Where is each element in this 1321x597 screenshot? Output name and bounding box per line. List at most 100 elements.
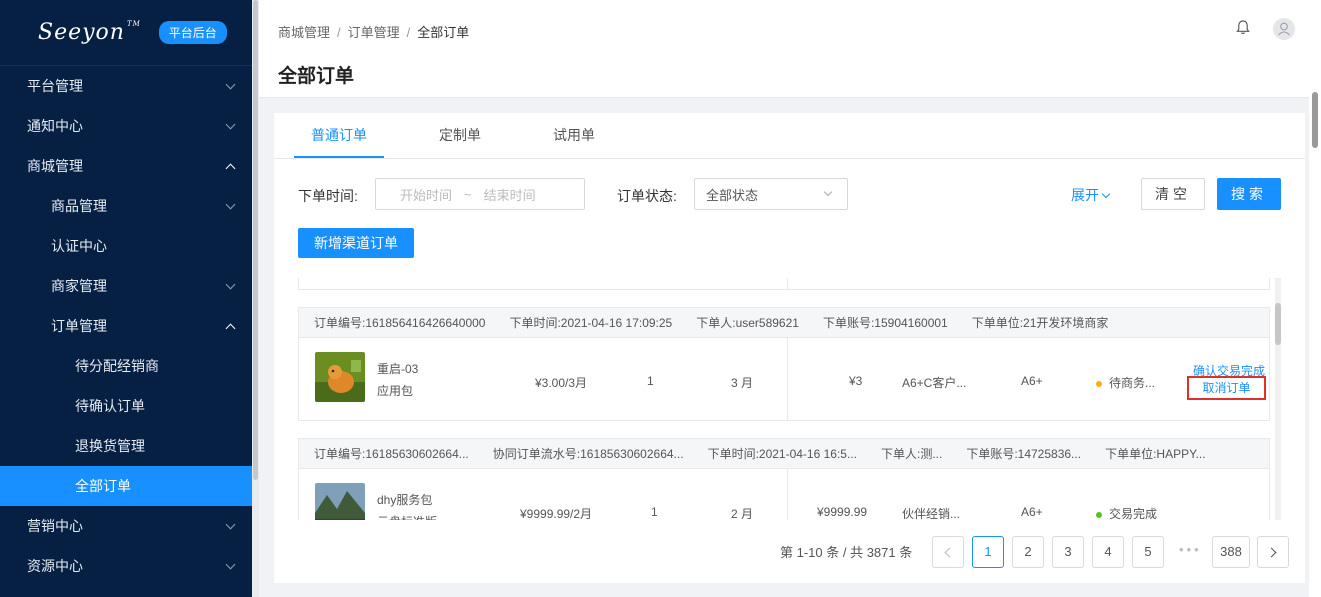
bell-icon[interactable]	[1236, 20, 1250, 35]
menu-label: 退换货管理	[75, 438, 145, 454]
page-1[interactable]: 1	[972, 536, 1004, 568]
menu-all-orders[interactable]: 全部订单	[0, 466, 252, 506]
end-date-placeholder[interactable]: 结束时间	[484, 185, 536, 204]
expand-filters-link[interactable]: 展开	[1071, 185, 1111, 205]
main-scrollbar[interactable]	[1309, 0, 1321, 597]
quantity: 1	[651, 505, 658, 519]
product-type: 应用包	[377, 384, 414, 398]
clear-button[interactable]: 清空	[1141, 178, 1205, 210]
page-last[interactable]: 388	[1212, 536, 1250, 568]
order-account: 下单账号:15904160001	[822, 316, 948, 330]
order-card: 订单编号:161856416426640000 下单时间:2021-04-16 …	[298, 307, 1270, 421]
chevron-down-icon	[225, 119, 236, 129]
tab-custom-orders[interactable]: 定制单	[422, 113, 498, 158]
page-title: 全部订单	[278, 66, 355, 87]
menu-pending-distributor[interactable]: 待分配经销商	[0, 346, 252, 386]
product-name: dhy服务包	[377, 493, 433, 507]
status-text: 待商务...	[1109, 376, 1156, 390]
total-amount: ¥9999.99	[817, 505, 868, 519]
sidebar-scrollbar[interactable]	[252, 0, 259, 597]
breadcrumb-mall[interactable]: 商城管理	[278, 25, 330, 40]
order-user: 下单人:user589621	[696, 316, 799, 330]
menu-resource-center[interactable]: 资源中心	[0, 546, 252, 586]
chevron-down-icon	[225, 519, 236, 529]
edition: A6+	[1021, 505, 1043, 519]
menu-merchant-management[interactable]: 商家管理	[0, 266, 252, 306]
page-3[interactable]: 3	[1052, 536, 1084, 568]
pagination-ellipsis[interactable]: •••	[1179, 542, 1202, 557]
sidebar-scroll-thumb[interactable]	[253, 0, 258, 480]
breadcrumb-current: 全部订单	[417, 25, 470, 40]
order-time-label: 下单时间:	[298, 188, 358, 204]
previous-order-fragment	[298, 278, 1270, 290]
chevron-up-icon	[225, 323, 236, 333]
chevron-down-icon	[225, 199, 236, 209]
page-5[interactable]: 5	[1132, 536, 1164, 568]
unit-price: ¥3.00/3月	[535, 376, 588, 390]
avatar[interactable]	[1273, 18, 1295, 40]
status-dot	[1096, 511, 1102, 518]
order-unit: 下单单位:HAPPY...	[1105, 447, 1206, 461]
order-unit: 下单单位:21开发环境商家	[971, 316, 1109, 330]
menu-label: 订单管理	[51, 318, 107, 334]
cancel-order-link[interactable]: 取消订单	[1187, 376, 1266, 400]
logo-tm: TM	[126, 20, 141, 28]
order-body: dhy服务包 云盘标准版 ¥9999.99/2月 1 2 月 ¥9999.99 …	[299, 469, 1269, 520]
product-thumbnail	[315, 483, 365, 520]
page-2[interactable]: 2	[1012, 536, 1044, 568]
chevron-down-icon	[225, 79, 236, 89]
order-list-scroll-thumb[interactable]	[1275, 303, 1281, 345]
divider	[787, 469, 788, 520]
chevron-left-icon	[944, 547, 955, 558]
order-status-label: 订单状态:	[617, 188, 677, 204]
date-range-picker[interactable]: 开始时间 ~ 结束时间	[375, 178, 585, 210]
status-select-value: 全部状态	[706, 187, 759, 203]
platform-badge: 平台后台	[158, 21, 227, 44]
search-button[interactable]: 搜索	[1217, 178, 1281, 210]
menu-pending-confirm[interactable]: 待确认订单	[0, 386, 252, 426]
next-page-button[interactable]	[1257, 536, 1289, 568]
order-header: 订单编号:161856416426640000 下单时间:2021-04-16 …	[299, 308, 1269, 338]
period: 3 月	[731, 376, 754, 390]
tab-trial-orders[interactable]: 试用单	[536, 113, 612, 158]
add-channel-order-button[interactable]: 新增渠道订单	[298, 228, 414, 258]
divider	[787, 338, 788, 420]
divider	[787, 278, 788, 290]
range-separator: ~	[464, 186, 472, 202]
order-list-scrollbar[interactable]	[1275, 278, 1281, 520]
chevron-down-icon	[823, 187, 833, 197]
menu-marketing-center[interactable]: 营销中心	[0, 506, 252, 546]
menu-label: 商品管理	[51, 198, 107, 214]
logo: Seeyon TM	[38, 20, 141, 45]
menu-notification-center[interactable]: 通知中心	[0, 106, 252, 146]
sidebar: Seeyon TM 平台后台 平台管理 通知中心 商城管理 商品管理 认证中心 商…	[0, 0, 252, 597]
start-date-placeholder[interactable]: 开始时间	[400, 185, 452, 204]
menu-label: 商家管理	[51, 278, 107, 294]
status-dot	[1096, 380, 1102, 387]
menu-label: 商城管理	[27, 158, 83, 174]
menu-label: 通知中心	[27, 118, 83, 134]
main-scroll-thumb[interactable]	[1312, 92, 1318, 148]
page-4[interactable]: 4	[1092, 536, 1124, 568]
menu-label: 营销中心	[27, 518, 83, 534]
breadcrumb-orders[interactable]: 订单管理	[348, 25, 400, 40]
order-status-select[interactable]: 全部状态	[694, 178, 848, 210]
product-type: 云盘标准版	[377, 513, 437, 520]
chevron-right-icon	[1266, 547, 1277, 558]
order-user: 下单人:测...	[880, 447, 943, 461]
menu-order-management[interactable]: 订单管理	[0, 306, 252, 346]
menu-mall-management[interactable]: 商城管理	[0, 146, 252, 186]
menu-certification-center[interactable]: 认证中心	[0, 226, 252, 266]
menu-returns[interactable]: 退换货管理	[0, 426, 252, 466]
customer-name: A6+C客户...	[902, 376, 967, 390]
menu-label: 待确认订单	[75, 398, 145, 414]
menu-label: 资源中心	[27, 558, 83, 574]
breadcrumb-sep: /	[406, 25, 411, 40]
menu-label: 平台管理	[27, 78, 83, 94]
product-name: 重启-03	[377, 362, 419, 376]
product-thumbnail	[315, 352, 365, 402]
tab-normal-orders[interactable]: 普通订单	[294, 113, 384, 158]
menu-platform-management[interactable]: 平台管理	[0, 66, 252, 106]
menu-product-management[interactable]: 商品管理	[0, 186, 252, 226]
prev-page-button[interactable]	[932, 536, 964, 568]
